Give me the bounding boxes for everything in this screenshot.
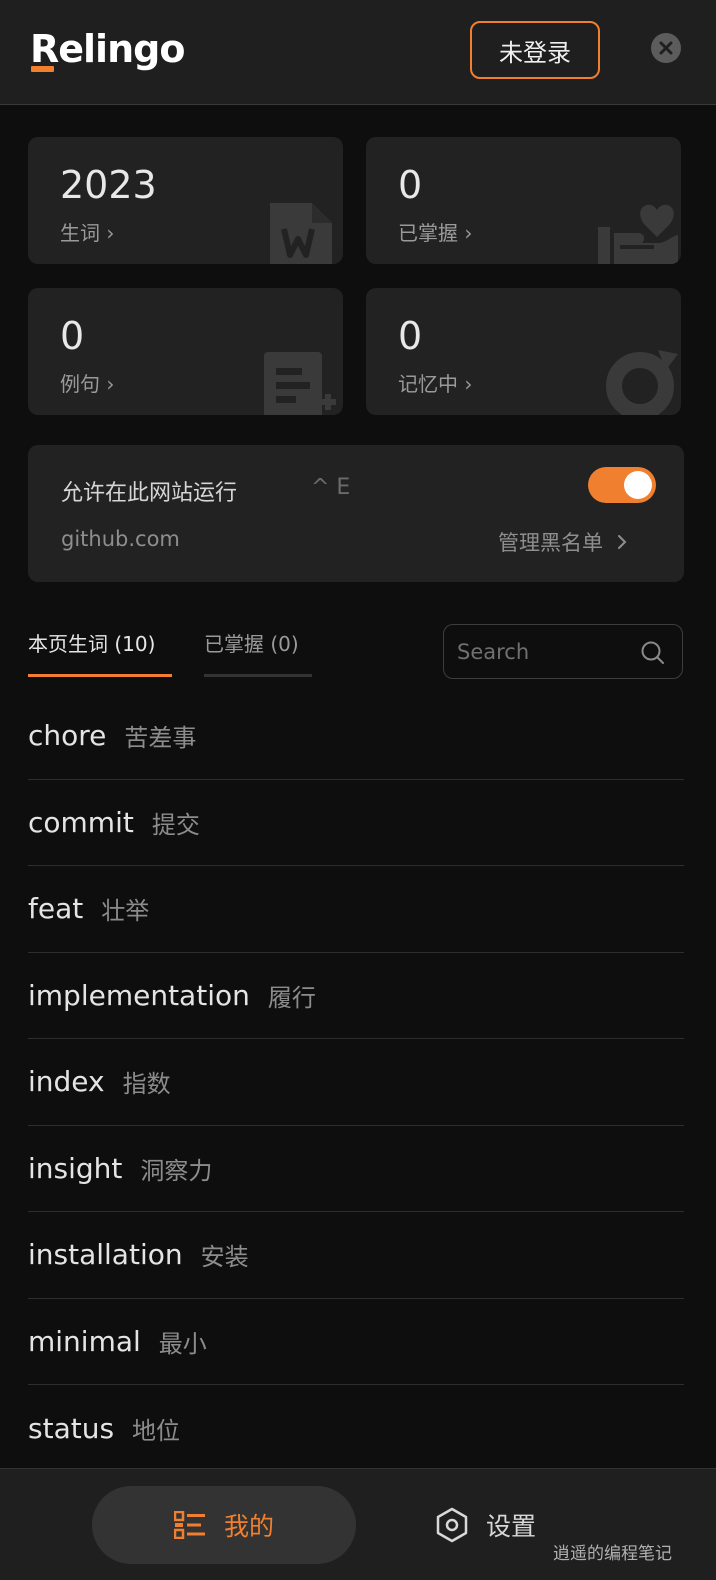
- site-enable-toggle[interactable]: [588, 467, 656, 503]
- toggle-knob: [624, 471, 652, 499]
- stat-value: 0: [398, 314, 423, 358]
- header: Relingo 未登录: [0, 0, 716, 105]
- word-english: installation: [28, 1238, 183, 1272]
- chevron-right-icon: [618, 535, 627, 549]
- word-translation: 提交: [151, 810, 200, 839]
- stat-card-mastered[interactable]: 0 已掌握 ›: [366, 137, 681, 264]
- word-english: chore: [28, 719, 107, 753]
- stat-card-new-words[interactable]: 2023 生词 ›: [28, 137, 343, 264]
- word-translation: 履行: [267, 983, 316, 1012]
- search-box: [443, 624, 683, 679]
- word-translation: 地位: [132, 1416, 181, 1445]
- close-icon: [659, 41, 673, 55]
- stat-value: 2023: [60, 163, 157, 207]
- nav-settings-button[interactable]: 设置: [436, 1486, 536, 1564]
- mastered-heart-icon: [598, 204, 678, 264]
- stat-label: 记忆中 ›: [398, 372, 473, 396]
- word-row[interactable]: insight 洞察力: [28, 1126, 684, 1212]
- word-english: commit: [28, 805, 134, 839]
- word-english: implementation: [28, 978, 250, 1012]
- relingo-logo: Relingo: [30, 27, 185, 71]
- manage-blacklist-label: 管理黑名单: [498, 531, 603, 555]
- word-row[interactable]: minimal 最小: [28, 1299, 684, 1385]
- login-button[interactable]: 未登录: [470, 21, 600, 79]
- word-translation: 壮举: [101, 897, 150, 926]
- word-row[interactable]: feat 壮举: [28, 866, 684, 953]
- logo-accent-bar: [31, 66, 54, 72]
- watermark-text: 逍遥的编程笔记: [553, 1544, 672, 1564]
- site-allow-title: 允许在此网站运行: [61, 481, 238, 506]
- word-english: status: [28, 1411, 115, 1445]
- word-english: index: [28, 1065, 105, 1099]
- word-row[interactable]: status 地位: [28, 1385, 684, 1472]
- word-list: chore 苦差事 commit 提交 feat 壮举 implementation 履行 in…: [28, 693, 684, 1472]
- word-row[interactable]: commit 提交: [28, 780, 684, 866]
- word-english: insight: [28, 1151, 123, 1185]
- search-icon[interactable]: [640, 640, 666, 666]
- stat-value: 0: [60, 314, 85, 358]
- search-input[interactable]: [457, 637, 627, 667]
- word-translation: 最小: [158, 1329, 207, 1358]
- site-domain: github.com: [61, 527, 180, 551]
- word-english: minimal: [28, 1324, 141, 1358]
- nav-mine-label: 我的: [223, 1512, 274, 1541]
- nav-mine-button[interactable]: 我的: [92, 1486, 356, 1564]
- memory-cycle-icon: [606, 350, 678, 415]
- word-translation: 洞察力: [140, 1156, 213, 1185]
- stat-value: 0: [398, 163, 423, 207]
- stat-card-memorizing[interactable]: 0 记忆中 ›: [366, 288, 681, 415]
- word-row[interactable]: implementation 履行: [28, 953, 684, 1039]
- sentence-doc-icon: [264, 352, 336, 415]
- nav-settings-label: 设置: [486, 1512, 537, 1541]
- hexagon-settings-icon: [436, 1507, 468, 1543]
- word-english: feat: [28, 892, 84, 926]
- tab-page-words[interactable]: 本页生词 (10): [28, 628, 172, 677]
- word-row[interactable]: installation 安装: [28, 1212, 684, 1299]
- tab-mastered[interactable]: 已掌握 (0): [204, 628, 312, 677]
- manage-blacklist-link[interactable]: 管理黑名单: [498, 527, 627, 557]
- word-row[interactable]: chore 苦差事: [28, 693, 684, 780]
- site-shortcut-hint: ^ E: [311, 475, 351, 500]
- word-row[interactable]: index 指数: [28, 1039, 684, 1126]
- close-button[interactable]: [651, 33, 681, 63]
- site-settings-panel: 允许在此网站运行 ^ E github.com 管理黑名单: [28, 445, 684, 582]
- stat-label: 已掌握 ›: [398, 221, 473, 245]
- word-translation: 指数: [122, 1070, 171, 1099]
- stat-card-sentences[interactable]: 0 例句 ›: [28, 288, 343, 415]
- stat-label: 生词 ›: [60, 221, 115, 245]
- word-translation: 安装: [200, 1243, 249, 1272]
- word-translation: 苦差事: [124, 724, 197, 753]
- stat-label: 例句 ›: [60, 372, 115, 396]
- list-icon: [173, 1511, 205, 1539]
- wordbook-icon: [270, 203, 332, 264]
